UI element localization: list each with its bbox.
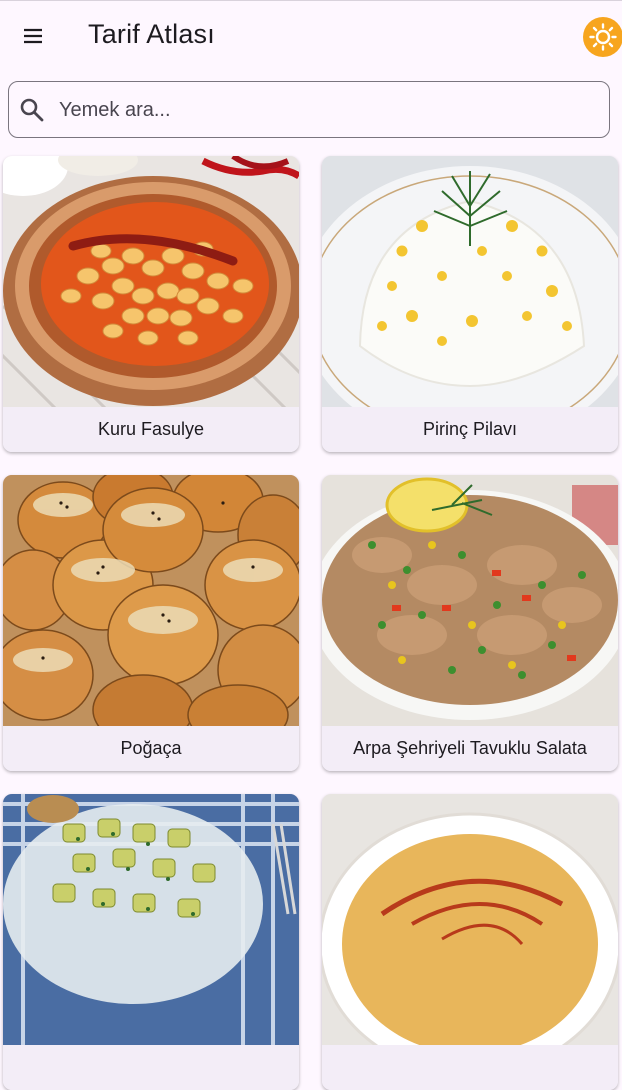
recipe-image bbox=[322, 794, 618, 1045]
recipe-image bbox=[3, 156, 299, 407]
recipe-card[interactable]: Kuru Fasulye bbox=[3, 156, 299, 452]
recipe-image bbox=[322, 156, 618, 407]
recipe-title bbox=[3, 1045, 299, 1090]
recipe-card[interactable] bbox=[322, 794, 618, 1090]
recipe-card[interactable]: Pirinç Pilavı bbox=[322, 156, 618, 452]
recipe-title: Poğaça bbox=[3, 726, 299, 771]
search-field[interactable] bbox=[8, 81, 610, 138]
sun-icon bbox=[589, 23, 617, 51]
recipe-title: Arpa Şehriyeli Tavuklu Salata bbox=[322, 726, 618, 771]
recipe-title bbox=[322, 1045, 618, 1090]
theme-toggle-button[interactable] bbox=[583, 17, 622, 57]
recipe-title: Kuru Fasulye bbox=[3, 407, 299, 452]
app-title: Tarif Atlası bbox=[88, 19, 215, 49]
menu-icon bbox=[24, 28, 42, 44]
recipe-image bbox=[322, 475, 618, 726]
recipe-image bbox=[3, 475, 299, 726]
recipe-card[interactable]: Arpa Şehriyeli Tavuklu Salata bbox=[322, 475, 618, 771]
recipe-card[interactable]: Poğaça bbox=[3, 475, 299, 771]
recipe-card[interactable] bbox=[3, 794, 299, 1090]
search-icon bbox=[20, 98, 44, 122]
app-bar: Tarif Atlası bbox=[0, 1, 622, 71]
recipe-title: Pirinç Pilavı bbox=[322, 407, 618, 452]
menu-button[interactable] bbox=[14, 17, 52, 55]
recipe-image bbox=[3, 794, 299, 1045]
search-input[interactable] bbox=[57, 94, 591, 126]
